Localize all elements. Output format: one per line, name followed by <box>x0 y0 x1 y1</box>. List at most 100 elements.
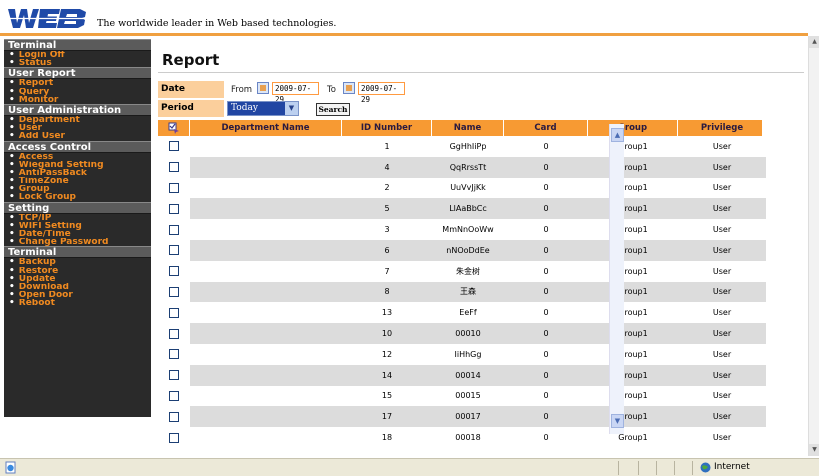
page-scrollbar[interactable]: ▲ ▼ <box>808 36 819 456</box>
period-label: Period <box>158 100 224 117</box>
table-row[interactable]: 2 UuVvJjKk 0 Group1 User <box>158 177 766 199</box>
col-name[interactable]: Name <box>432 120 504 136</box>
sidebar-item-update[interactable]: • Update <box>4 275 151 283</box>
sidebar-item-backup[interactable]: • Backup <box>4 258 151 266</box>
select-all-icon[interactable] <box>158 120 190 136</box>
sidebar-item-timezone[interactable]: • TimeZone <box>4 177 151 185</box>
row-checkbox[interactable] <box>169 328 179 339</box>
sidebar-item-report[interactable]: • Report <box>4 79 151 87</box>
sidebar-item-monitor[interactable]: • Monitor <box>4 96 151 104</box>
page-scroll-up-icon[interactable]: ▲ <box>809 36 819 48</box>
cell-privilege: User <box>712 433 732 443</box>
row-select-cell <box>158 177 190 199</box>
col-privilege[interactable]: Privilege <box>678 120 766 136</box>
from-date-input[interactable]: 2009-07-29 <box>272 82 319 104</box>
col-card[interactable]: Card <box>504 120 588 136</box>
row-checkbox[interactable] <box>169 162 179 173</box>
search-button[interactable]: Search <box>316 103 350 116</box>
cell-group: Group1 <box>618 287 648 297</box>
cell-card: 0 <box>543 329 549 339</box>
sidebar-item-group[interactable]: • Group <box>4 185 151 193</box>
row-checkbox[interactable] <box>169 266 179 277</box>
sidebar-item-reboot[interactable]: • Reboot <box>4 299 151 307</box>
status-zone: Internet <box>714 462 750 472</box>
cell-card: 0 <box>543 266 549 276</box>
bullet-icon: • <box>9 299 15 308</box>
sidebar-item-add-user[interactable]: • Add User <box>4 132 151 140</box>
sidebar-item-label: Report <box>18 79 54 88</box>
row-checkbox[interactable] <box>169 203 179 214</box>
table-row[interactable]: 1 GgHhIiPp 0 Group1 User <box>158 136 766 157</box>
row-select-cell <box>158 281 190 303</box>
table-row[interactable]: 5 LlAaBbCc 0 Group1 User <box>158 198 766 220</box>
table-row[interactable]: 6 nNOoDdEe 0 Group1 User <box>158 240 766 261</box>
scroll-down-icon[interactable]: ▼ <box>611 414 624 428</box>
table-scrollbar[interactable]: ▲ ▼ <box>609 124 624 434</box>
sidebar-item-lock-group[interactable]: • Lock Group <box>4 193 151 201</box>
cell-id-number: 4 <box>384 162 390 172</box>
sidebar-item-download[interactable]: • Download <box>4 283 151 291</box>
col-group[interactable]: Group <box>588 120 678 136</box>
table-row[interactable]: 8 王森 0 Group1 User <box>158 281 766 303</box>
sidebar-item-restore[interactable]: • Restore <box>4 267 151 275</box>
sidebar-item-open-door[interactable]: • Open Door <box>4 291 151 299</box>
table-row[interactable]: 13 EeFf 0 Group1 User <box>158 302 766 324</box>
sidebar-item-access[interactable]: • Access <box>4 153 151 161</box>
row-checkbox[interactable] <box>169 307 179 318</box>
cell-card: 0 <box>543 245 549 255</box>
sidebar-item-change-password[interactable]: • Change Password <box>4 238 151 246</box>
page-scroll-down-icon[interactable]: ▼ <box>809 444 819 456</box>
row-checkbox[interactable] <box>169 245 179 256</box>
to-date-input[interactable]: 2009-07-29 <box>358 82 405 104</box>
row-checkbox[interactable] <box>169 432 179 443</box>
chevron-down-icon[interactable]: ▼ <box>285 102 298 115</box>
row-checkbox[interactable] <box>169 224 179 235</box>
cell-department <box>190 198 342 219</box>
row-checkbox[interactable] <box>169 370 179 381</box>
table-row[interactable]: 18 00018 0 Group1 User <box>158 427 766 448</box>
row-checkbox[interactable] <box>169 141 179 152</box>
row-checkbox[interactable] <box>169 411 179 422</box>
row-select-cell <box>158 260 190 282</box>
cell-privilege: User <box>712 225 732 235</box>
sidebar-item-label: TimeZone <box>18 177 69 186</box>
cell-card: 0 <box>543 349 549 359</box>
to-calendar-icon[interactable] <box>343 82 355 94</box>
table-row[interactable]: 10 00010 0 Group1 User <box>158 323 766 344</box>
sidebar-item-label: Login Off <box>18 51 65 60</box>
table-row[interactable]: 4 QqRrssTt 0 Group1 User <box>158 156 766 178</box>
sidebar-item-query[interactable]: • Query <box>4 88 151 96</box>
sidebar-item-date-time[interactable]: • Date/Time <box>4 230 151 238</box>
table-row[interactable]: 15 00015 0 Group1 User <box>158 385 766 407</box>
row-checkbox[interactable] <box>169 390 179 401</box>
table-row[interactable]: 7 朱金树 0 Group1 User <box>158 260 766 282</box>
sidebar-item-department[interactable]: • Department <box>4 116 151 124</box>
sidebar-item-tcp-ip[interactable]: • TCP/IP <box>4 214 151 222</box>
page: The worldwide leader in Web based techno… <box>0 0 819 476</box>
table-row[interactable]: 17 00017 0 Group1 User <box>158 406 766 428</box>
sidebar-item-login-off[interactable]: • Login Off <box>4 51 151 59</box>
scroll-up-icon[interactable]: ▲ <box>611 128 624 142</box>
sidebar-item-wifi-setting[interactable]: • WIFI Setting <box>4 222 151 230</box>
cell-name: UuVvJjKk <box>450 183 486 193</box>
cell-name: EeFf <box>459 308 477 318</box>
col-department[interactable]: Department Name <box>190 120 342 136</box>
sidebar-item-wiegand-setting[interactable]: • Wiegand Setting <box>4 161 151 169</box>
period-select[interactable]: Today ▼ <box>227 101 299 116</box>
sidebar-item-status[interactable]: • Status <box>4 59 151 67</box>
sidebar-item-user[interactable]: • User <box>4 124 151 132</box>
row-select-cell <box>158 364 190 386</box>
col-id-number[interactable]: ID Number <box>342 120 432 136</box>
table-row[interactable]: 3 MmNnOoWw 0 Group1 User <box>158 219 766 240</box>
cell-id-number: 8 <box>384 287 390 297</box>
sidebar-item-antipassback[interactable]: • AntiPassBack <box>4 169 151 177</box>
cell-department <box>190 136 342 157</box>
table-row[interactable]: 12 IiHhGg 0 Group1 User <box>158 344 766 365</box>
row-checkbox[interactable] <box>169 182 179 193</box>
row-checkbox[interactable] <box>169 349 179 360</box>
cell-group: Group1 <box>618 433 648 443</box>
from-calendar-icon[interactable] <box>257 82 269 94</box>
row-checkbox[interactable] <box>169 286 179 297</box>
table-row[interactable]: 14 00014 0 Group1 User <box>158 364 766 386</box>
from-label: From <box>231 85 253 95</box>
